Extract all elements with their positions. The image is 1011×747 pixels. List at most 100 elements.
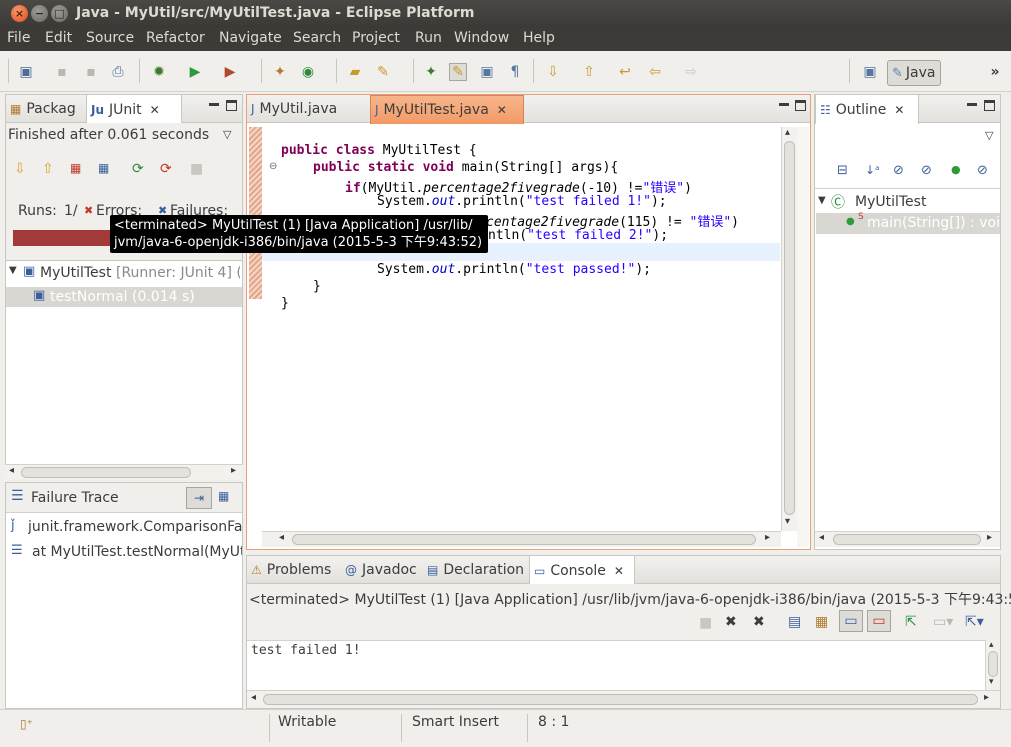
search-icon[interactable]: ✎ <box>374 63 392 81</box>
new-class-icon[interactable]: ◉ <box>299 63 317 81</box>
view-menu-icon[interactable]: ▽ <box>985 129 993 142</box>
open-perspective-icon[interactable]: ▣ <box>861 63 879 81</box>
minimize-window-button[interactable]: − <box>31 5 48 22</box>
external-tools-icon[interactable]: ▶ <box>221 63 239 81</box>
scroll-left-icon[interactable]: ◂ <box>251 692 256 703</box>
block-selection-icon[interactable]: ▣ <box>478 63 496 81</box>
console-output-area[interactable]: test failed 1! <box>247 640 985 690</box>
compare-result-icon[interactable]: ▦ <box>218 489 229 503</box>
scroll-left-icon[interactable]: ◂ <box>279 532 284 543</box>
minimize-view-icon[interactable] <box>967 103 977 106</box>
back-icon[interactable]: ⇦ <box>646 63 664 81</box>
menu-refactor[interactable]: Refactor <box>146 30 205 46</box>
tab-junit[interactable]: Ju JUnit ✕ <box>86 95 182 124</box>
new-icon[interactable]: ▣ <box>17 63 35 81</box>
rerun-test-icon[interactable]: ⟳ <box>132 161 144 177</box>
hide-local-types-icon[interactable]: ⊘ <box>977 163 988 178</box>
print-icon[interactable]: ⎙ <box>109 63 127 81</box>
menu-search[interactable]: Search <box>293 30 341 46</box>
code-line-10[interactable]: } <box>281 296 289 311</box>
scroll-thumb[interactable] <box>988 651 998 677</box>
scroll-down-icon[interactable]: ▾ <box>785 516 790 527</box>
close-tab-icon[interactable]: ✕ <box>894 103 904 117</box>
menu-edit[interactable]: Edit <box>45 30 72 46</box>
scroll-right-icon[interactable]: ▸ <box>987 532 992 543</box>
tab-javadoc[interactable]: @ Javadoc <box>341 556 421 584</box>
debug-icon[interactable]: ✹ <box>150 63 168 81</box>
display-console-icon[interactable]: ▭▾ <box>933 614 953 630</box>
tree-expand-icon[interactable]: ▼ <box>818 195 826 206</box>
console-vscrollbar[interactable]: ▴ ▾ <box>985 640 1000 690</box>
menu-window[interactable]: Window <box>454 30 509 46</box>
code-line-2[interactable]: public static void main(String[] args){ <box>313 160 618 175</box>
previous-failure-icon[interactable]: ⇧ <box>42 161 54 177</box>
tree-selected-row[interactable]: ▣ testNormal (0.014 s) <box>6 287 242 307</box>
sort-icon[interactable]: ↓ᵃ <box>865 163 880 177</box>
menu-project[interactable]: Project <box>352 30 400 46</box>
show-whitespace-icon[interactable]: ¶ <box>506 63 524 81</box>
editor-vscrollbar[interactable]: ▴ ▾ <box>781 127 797 531</box>
view-menu-icon[interactable]: ▽ <box>223 128 231 141</box>
code-line-8[interactable]: System.out.println("test passed!"); <box>377 262 651 277</box>
code-line-4[interactable]: System.out.println("test failed 1!"); <box>377 194 667 209</box>
editor-hscrollbar[interactable]: ◂ ▸ <box>262 531 781 547</box>
scroll-thumb[interactable] <box>833 534 981 545</box>
open-console-icon[interactable]: ⇱▾ <box>965 614 984 630</box>
outline-selected-method[interactable]: ● S main(String[]) : void <box>816 212 1000 234</box>
clear-console-icon[interactable]: ▤ <box>788 614 801 630</box>
scroll-thumb[interactable] <box>21 467 191 478</box>
menu-file[interactable]: File <box>7 30 30 46</box>
scroll-up-icon[interactable]: ▴ <box>989 640 994 650</box>
close-tab-icon[interactable]: ✕ <box>614 564 624 578</box>
scroll-right-icon[interactable]: ▸ <box>984 692 989 703</box>
code-line-1[interactable]: public class MyUtilTest { <box>281 143 477 158</box>
next-failure-icon[interactable]: ⇩ <box>14 161 26 177</box>
remove-all-launches-icon[interactable]: ✖ <box>753 614 765 630</box>
stop-run-icon[interactable]: ■ <box>190 161 203 177</box>
tree-expand-icon[interactable]: ▼ <box>9 265 17 276</box>
rerun-failed-first-icon[interactable]: ⟳ <box>160 161 172 177</box>
tab-problems[interactable]: ⚠ Problems <box>247 556 339 584</box>
code-line-9[interactable]: } <box>313 279 321 294</box>
maximize-window-button[interactable]: □ <box>51 5 68 22</box>
last-edit-icon[interactable]: ↩ <box>616 63 634 81</box>
save-icon[interactable]: ▪ <box>53 63 71 81</box>
close-tab-icon[interactable]: ✕ <box>150 103 160 117</box>
open-type-icon[interactable]: ▰ <box>346 63 364 81</box>
save-all-icon[interactable]: ▪ <box>82 63 100 81</box>
tab-myutiltest-java[interactable]: J MyUtilTest.java ✕ <box>370 95 524 124</box>
tree-root-name[interactable]: MyUtilTest <box>40 265 111 281</box>
scroll-up-icon[interactable]: ▴ <box>785 127 790 138</box>
terminate-icon[interactable]: ■ <box>699 615 712 631</box>
filter-stack-icon[interactable]: ⇥ <box>186 487 212 509</box>
tab-declaration[interactable]: ▤ Declaration <box>423 556 527 584</box>
hide-fields-icon[interactable]: ⊘ <box>893 163 904 178</box>
scroll-thumb[interactable] <box>292 534 756 545</box>
fast-view-icon[interactable]: ▯⁺ <box>20 717 33 731</box>
scroll-right-icon[interactable]: ▸ <box>231 465 236 476</box>
menu-source[interactable]: Source <box>86 30 134 46</box>
outline-class-name[interactable]: MyUtilTest <box>855 194 926 210</box>
trace-line-1[interactable]: junit.framework.ComparisonFa <box>28 519 242 535</box>
outline-hscrollbar[interactable]: ◂ ▸ <box>815 531 1000 547</box>
menu-run[interactable]: Run <box>415 30 442 46</box>
previous-annotation-icon[interactable]: ⇧ <box>580 63 598 81</box>
remove-launch-icon[interactable]: ✖ <box>725 614 737 630</box>
hide-nonpublic-icon[interactable]: ● <box>951 163 961 176</box>
junit-tree-hscrollbar[interactable]: ◂ ▸ <box>5 464 243 480</box>
toggle-mark-occurrences-icon[interactable]: ✦ <box>422 63 440 81</box>
scroll-lock-icon[interactable]: ▦ <box>815 614 828 630</box>
scroll-right-icon[interactable]: ▸ <box>765 532 770 543</box>
scroll-thumb[interactable] <box>784 141 795 515</box>
new-java-project-icon[interactable]: ✦ <box>271 63 289 81</box>
tab-package-explorer[interactable]: ▦ Packag <box>6 95 84 123</box>
scroll-thumb[interactable] <box>263 694 978 705</box>
highlight-icon[interactable]: ✎ <box>449 63 467 81</box>
hide-static-icon[interactable]: ⊘ <box>921 163 932 178</box>
show-failures-only-icon[interactable]: ▦ <box>70 161 81 175</box>
trace-line-2[interactable]: at MyUtilTest.testNormal(MyUt <box>32 544 242 560</box>
code-line-6[interactable]: ntln("test failed 2!"); <box>488 228 668 243</box>
minimize-editor-icon[interactable] <box>779 103 789 106</box>
maximize-view-icon[interactable] <box>226 100 237 111</box>
fold-icon[interactable]: ⊖ <box>269 161 277 172</box>
